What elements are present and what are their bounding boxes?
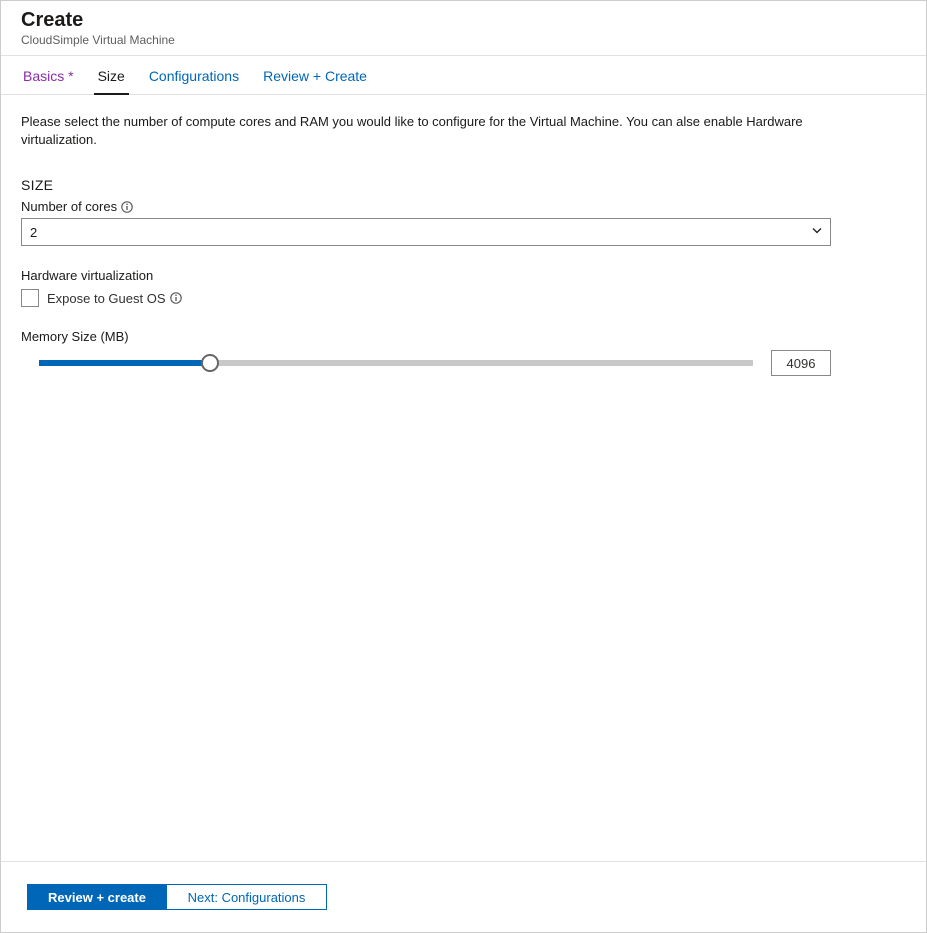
- info-icon[interactable]: [170, 292, 182, 304]
- next-configurations-button[interactable]: Next: Configurations: [167, 884, 327, 910]
- memory-value-input[interactable]: 4096: [771, 350, 831, 376]
- tab-configurations[interactable]: Configurations: [137, 56, 251, 94]
- expose-guest-os-label: Expose to Guest OS: [47, 291, 182, 306]
- memory-slider-thumb[interactable]: [201, 354, 219, 372]
- memory-slider[interactable]: [39, 360, 753, 366]
- memory-slider-row: 4096: [21, 350, 831, 376]
- info-icon[interactable]: [121, 201, 133, 213]
- page-title: Create: [21, 9, 906, 32]
- cores-label: Number of cores: [21, 199, 906, 214]
- hardware-virt-row: Expose to Guest OS: [21, 289, 906, 307]
- intro-text: Please select the number of compute core…: [21, 113, 821, 149]
- expose-guest-os-checkbox[interactable]: [21, 289, 39, 307]
- hardware-virt-label: Hardware virtualization: [21, 268, 906, 283]
- footer: Review + create Next: Configurations: [1, 861, 926, 932]
- cores-select-wrap: 2: [21, 218, 831, 246]
- cores-select[interactable]: 2: [21, 218, 831, 246]
- review-create-button[interactable]: Review + create: [27, 884, 167, 910]
- memory-label: Memory Size (MB): [21, 329, 906, 344]
- cores-label-text: Number of cores: [21, 199, 117, 214]
- create-window: Create CloudSimple Virtual Machine Basic…: [0, 0, 927, 933]
- header: Create CloudSimple Virtual Machine: [1, 1, 926, 56]
- expose-guest-os-label-text: Expose to Guest OS: [47, 291, 166, 306]
- tab-size[interactable]: Size: [86, 56, 137, 94]
- tab-basics[interactable]: Basics *: [11, 56, 86, 94]
- page-subtitle: CloudSimple Virtual Machine: [21, 33, 906, 47]
- content-area: Please select the number of compute core…: [1, 95, 926, 861]
- memory-slider-fill: [39, 360, 210, 366]
- section-title-size: SIZE: [21, 177, 906, 193]
- tab-review-create[interactable]: Review + Create: [251, 56, 379, 94]
- cores-select-value: 2: [30, 225, 37, 240]
- tab-bar: Basics * Size Configurations Review + Cr…: [1, 56, 926, 95]
